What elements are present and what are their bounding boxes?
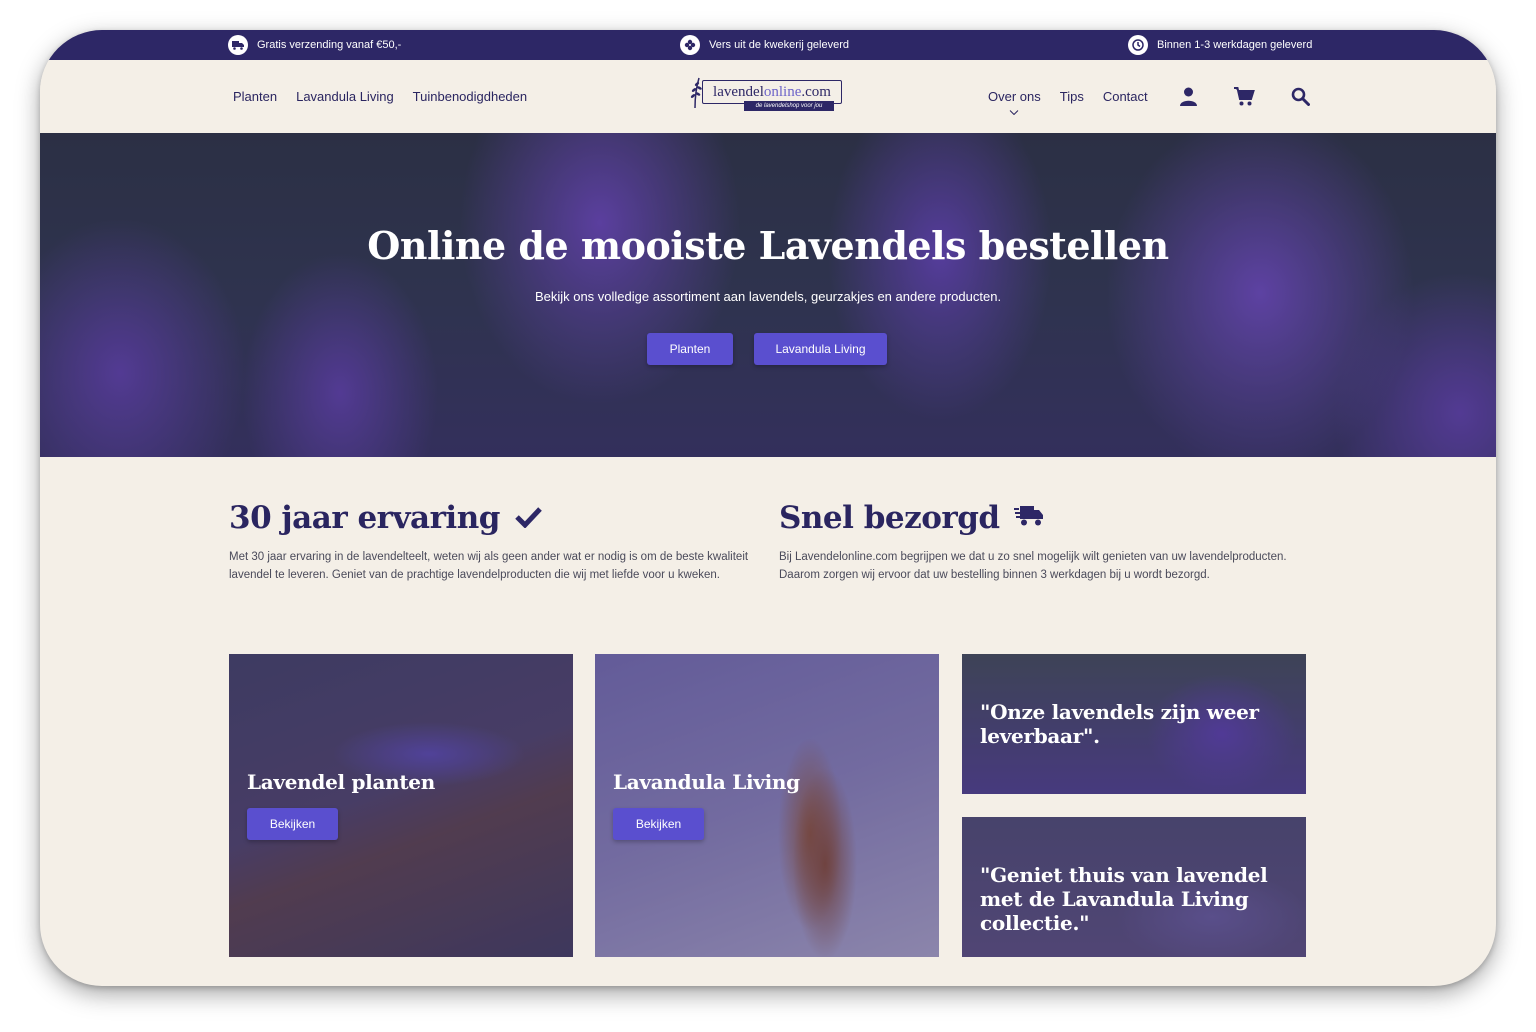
card-lavandula-living[interactable]: Lavandula Living Bekijken (595, 654, 939, 957)
card-title: "Onze lavendels zijn weer leverbaar". (980, 700, 1259, 748)
feature-title: Snel bezorgd (779, 500, 1309, 536)
header-icons (1177, 85, 1311, 107)
clock-icon (1128, 35, 1148, 55)
browser-frame: Gratis verzending vanaf €50,- Vers uit d… (40, 30, 1496, 986)
check-icon (514, 500, 542, 536)
cart-icon[interactable] (1233, 85, 1255, 107)
feature-text: Bij Lavendelonline.com begrijpen we dat … (779, 551, 1287, 581)
site-logo[interactable]: lavendel online .com de lavendelshop voor … (686, 76, 850, 116)
hero-subtitle: Bekijk ons volledige assortiment aan lav… (534, 289, 1002, 304)
card-bekijken-button[interactable]: Bekijken (247, 808, 338, 840)
feature-experience: 30 jaar ervaring Met 30 jaar ervaring in… (229, 500, 749, 584)
site-header: Planten Lavandula Living Tuinbenodigdhed… (40, 60, 1496, 133)
hero-lavandula-living-button[interactable]: Lavandula Living (754, 333, 887, 365)
feature-title: 30 jaar ervaring (229, 500, 749, 536)
card-title: Lavandula Living (613, 770, 800, 794)
nav-lavandula-living[interactable]: Lavandula Living (296, 89, 394, 104)
card-lavendel-planten[interactable]: Lavendel planten Bekijken (229, 654, 573, 957)
hero-buttons: Planten Lavandula Living (647, 333, 887, 365)
main-nav-right: Over ons Tips Contact (988, 89, 1148, 116)
feature-fast-delivery: Snel bezorgd Bij Lavendelonline.com begr… (779, 500, 1309, 584)
nav-contact[interactable]: Contact (1103, 89, 1148, 104)
usp-delivery-time: Binnen 1-3 werkdagen geleverd (1128, 35, 1312, 55)
nav-tips[interactable]: Tips (1060, 89, 1084, 104)
card-bekijken-button[interactable]: Bekijken (613, 808, 704, 840)
main-nav-left: Planten Lavandula Living Tuinbenodigdhed… (233, 89, 527, 104)
logo-tagline: de lavendelshop voor jou (744, 101, 834, 111)
search-icon[interactable] (1289, 85, 1311, 107)
hero-title: Online de mooiste Lavendels bestellen (367, 223, 1169, 268)
nav-tuinbenodigdheden[interactable]: Tuinbenodigdheden (413, 89, 527, 104)
user-icon[interactable] (1177, 85, 1199, 107)
card-lavandula-living-collectie[interactable]: "Geniet thuis van lavendel met de Lavand… (962, 817, 1306, 957)
card-weer-leverbaar[interactable]: "Onze lavendels zijn weer leverbaar". (962, 654, 1306, 794)
card-title: "Geniet thuis van lavendel met de Lavand… (980, 863, 1268, 935)
hero-banner: Online de mooiste Lavendels bestellen Be… (40, 133, 1496, 457)
hero-planten-button[interactable]: Planten (647, 333, 733, 365)
nav-planten[interactable]: Planten (233, 89, 277, 104)
flower-icon (680, 35, 700, 55)
usp-text: Gratis verzending vanaf €50,- (257, 39, 402, 51)
chevron-down-icon (1010, 107, 1019, 117)
truck-icon (228, 35, 248, 55)
delivery-truck-icon (1013, 500, 1044, 536)
usp-fresh: Vers uit de kwekerij geleverd (680, 35, 849, 55)
usp-bar: Gratis verzending vanaf €50,- Vers uit d… (40, 30, 1496, 60)
usp-text: Vers uit de kwekerij geleverd (709, 39, 850, 51)
usp-text: Binnen 1-3 werkdagen geleverd (1157, 39, 1313, 51)
nav-over-ons[interactable]: Over ons (988, 89, 1041, 116)
usp-free-shipping: Gratis verzending vanaf €50,- (228, 35, 401, 55)
card-title: Lavendel planten (247, 770, 435, 794)
feature-text: Met 30 jaar ervaring in de lavendelteelt… (229, 551, 749, 581)
